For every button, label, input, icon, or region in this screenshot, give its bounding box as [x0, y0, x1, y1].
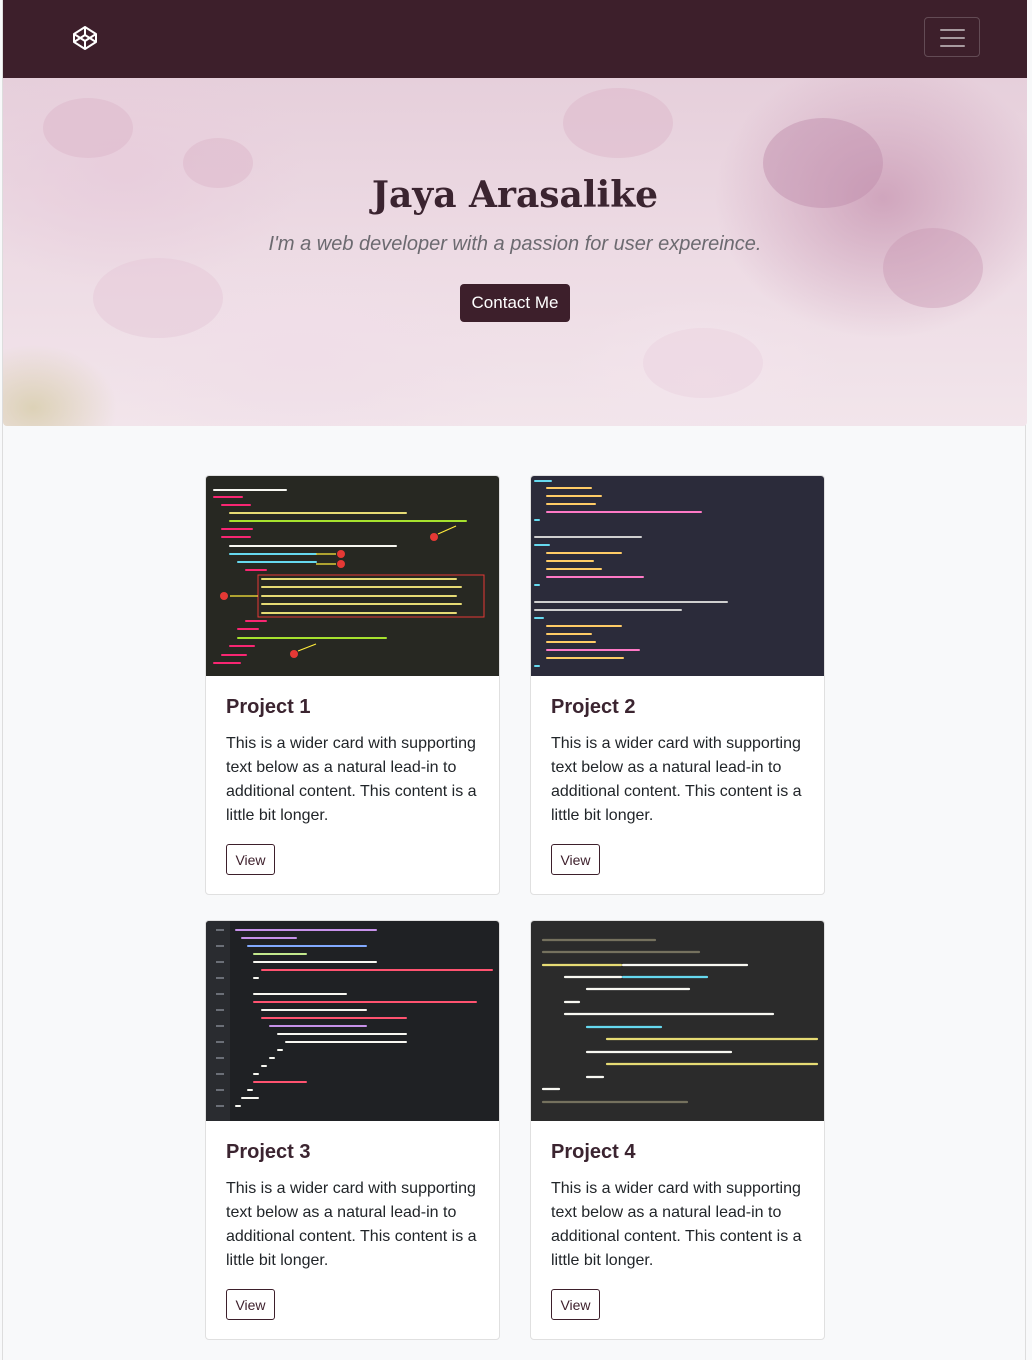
- hero-section: Jaya Arasalike I'm a web developer with …: [3, 78, 1027, 426]
- project-card-1: Project 1 This is a wider card with supp…: [205, 475, 500, 895]
- project-card-2: Project 2 This is a wider card with supp…: [530, 475, 825, 895]
- project-card-3: Project 3 This is a wider card with supp…: [205, 920, 500, 1340]
- card-text: This is a wider card with supporting tex…: [226, 1180, 477, 1269]
- project-card-4: Project 4 This is a wider card with supp…: [530, 920, 825, 1340]
- project-2-code-screenshot: [531, 476, 824, 676]
- lilac-petal-decoration: [43, 98, 133, 158]
- project-3-code-screenshot: [206, 921, 499, 1121]
- project-1-code-screenshot: [206, 476, 499, 676]
- card-text: This is a wider card with supporting tex…: [551, 735, 802, 824]
- project-4-code-screenshot: [531, 921, 824, 1121]
- view-project-1-button[interactable]: View: [226, 844, 275, 875]
- codepen-logo-icon[interactable]: [71, 24, 99, 52]
- navbar: [3, 0, 1027, 78]
- contact-me-button[interactable]: Contact Me: [460, 284, 570, 322]
- card-title: Project 2: [551, 696, 636, 718]
- view-project-2-button[interactable]: View: [551, 844, 600, 875]
- card-title: Project 1: [226, 696, 311, 718]
- page-frame: Jaya Arasalike I'm a web developer with …: [2, 0, 1027, 1360]
- hero-subtitle: I'm a web developer with a passion for u…: [268, 233, 762, 255]
- view-project-4-button[interactable]: View: [551, 1289, 600, 1320]
- navbar-toggler-button[interactable]: [924, 17, 980, 57]
- hero-title: Jaya Arasalike: [371, 174, 659, 216]
- card-title: Project 4: [551, 1141, 636, 1163]
- view-project-3-button[interactable]: View: [226, 1289, 275, 1320]
- card-text: This is a wider card with supporting tex…: [226, 735, 477, 824]
- card-title: Project 3: [226, 1141, 311, 1163]
- hamburger-menu-icon: [940, 29, 965, 31]
- card-text: This is a wider card with supporting tex…: [551, 1180, 802, 1269]
